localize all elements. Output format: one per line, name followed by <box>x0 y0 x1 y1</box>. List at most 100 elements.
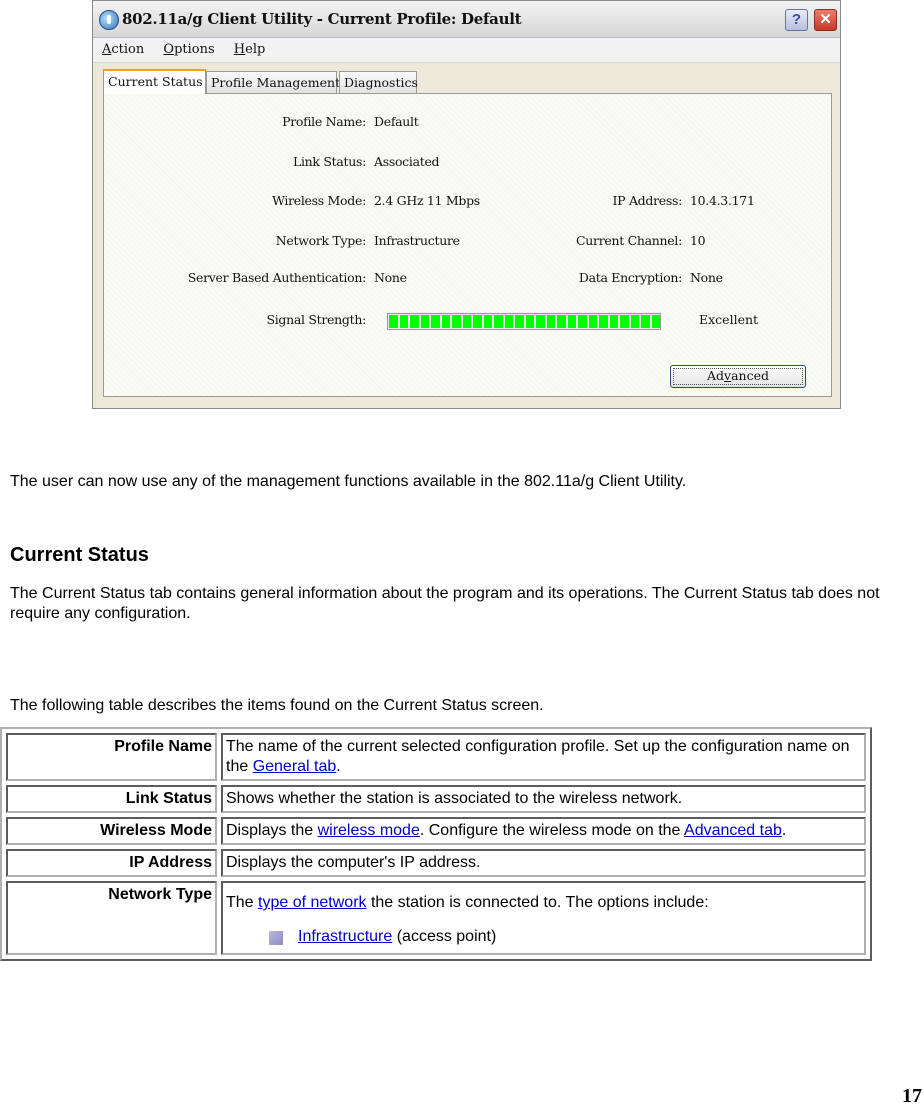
infrastructure-link[interactable]: Infrastructure <box>298 928 392 945</box>
signal-block <box>588 315 597 328</box>
signal-block <box>536 315 545 328</box>
menu-mnemonic: A <box>102 42 112 57</box>
field-label: Link Status: <box>292 154 366 169</box>
description-paragraph: The Current Status tab contains general … <box>10 585 880 622</box>
definition-cell: The name of the current selected configu… <box>221 733 866 781</box>
term-cell: Wireless Mode <box>6 817 217 845</box>
signal-block <box>420 315 429 328</box>
term-cell: IP Address <box>6 849 217 877</box>
field-value: 10.4.3.171 <box>690 193 755 208</box>
term-cell: Network Type <box>6 881 217 955</box>
field-label: Signal Strength: <box>266 312 366 327</box>
advanced-button[interactable]: Advanced <box>670 365 806 388</box>
definition-cell: Displays the wireless mode. Configure th… <box>221 817 866 845</box>
tab-diagnostics[interactable]: Diagnostics <box>339 71 418 93</box>
app-icon <box>99 10 119 30</box>
menu-help[interactable]: Help <box>225 38 272 57</box>
profile-name-field: Profile Name: Default <box>104 114 419 129</box>
menu-action[interactable]: Action <box>93 38 150 57</box>
menu-bar: Action Options Help <box>93 38 840 63</box>
signal-block <box>651 315 660 328</box>
signal-block <box>389 315 398 328</box>
signal-block <box>410 315 419 328</box>
client-utility-window: 802.11a/g Client Utility - Current Profi… <box>92 0 841 409</box>
menu-label: ction <box>111 42 145 57</box>
button-label: anced <box>731 368 769 383</box>
definition-text: . Configure the wireless mode on the <box>419 822 685 839</box>
definition-text: Displays the <box>226 822 318 839</box>
definition-text: The <box>226 894 259 911</box>
menu-label: ptions <box>174 42 215 57</box>
data-encryption-field: Data Encryption: None <box>104 270 723 285</box>
signal-block <box>609 315 618 328</box>
definition-cell: Shows whether the station is associated … <box>221 785 866 813</box>
signal-block <box>399 315 408 328</box>
signal-block <box>431 315 440 328</box>
signal-strength-text: Excellent <box>699 312 759 327</box>
bullet-icon <box>269 931 283 945</box>
signal-block <box>494 315 503 328</box>
type-of-network-link[interactable]: type of network <box>258 894 367 911</box>
signal-block <box>473 315 482 328</box>
signal-block <box>483 315 492 328</box>
signal-block <box>630 315 639 328</box>
field-label: Current Channel: <box>576 233 682 248</box>
field-label: Data Encryption: <box>578 270 682 285</box>
signal-block <box>504 315 513 328</box>
tab-current-status[interactable]: Current Status <box>103 69 206 94</box>
tab-profile-management[interactable]: Profile Management <box>206 71 340 93</box>
description-table: Profile Name The name of the current sel… <box>0 727 872 961</box>
button-label: Ad <box>707 368 725 383</box>
table-row: IP Address Displays the computer's IP ad… <box>6 849 866 877</box>
field-label: Profile Name: <box>282 114 366 129</box>
title-bar: 802.11a/g Client Utility - Current Profi… <box>93 1 840 38</box>
signal-block <box>525 315 534 328</box>
ip-address-field: IP Address: 10.4.3.171 <box>104 193 755 208</box>
option-list-item: Infrastructure (access point) <box>226 927 861 947</box>
field-value: Associated <box>374 154 440 169</box>
field-label: IP Address: <box>612 193 683 208</box>
field-value: Default <box>374 114 419 129</box>
signal-block <box>641 315 650 328</box>
advanced-tab-link[interactable]: Advanced tab <box>684 822 782 839</box>
intro-paragraph: The user can now use any of the manageme… <box>10 473 687 490</box>
signal-block <box>515 315 524 328</box>
signal-block <box>441 315 450 328</box>
section-heading: Current Status <box>10 544 149 566</box>
signal-block <box>599 315 608 328</box>
wireless-mode-link[interactable]: wireless mode <box>318 822 420 839</box>
signal-block <box>567 315 576 328</box>
menu-options[interactable]: Options <box>154 38 220 57</box>
definition-cell: The type of network the station is conne… <box>221 881 866 955</box>
table-row: Wireless Mode Displays the wireless mode… <box>6 817 866 845</box>
table-row: Link Status Shows whether the station is… <box>6 785 866 813</box>
general-tab-link[interactable]: General tab <box>253 758 337 775</box>
help-button[interactable]: ? <box>785 9 808 31</box>
field-value: None <box>690 270 723 285</box>
menu-label: elp <box>245 42 266 57</box>
signal-block <box>578 315 587 328</box>
current-channel-field: Current Channel: 10 <box>104 233 706 248</box>
signal-strength-field: Signal Strength: <box>104 312 366 327</box>
close-button[interactable]: ✕ <box>814 9 837 31</box>
table-intro-paragraph: The following table describes the items … <box>10 697 544 714</box>
field-value: 10 <box>690 233 706 248</box>
menu-mnemonic: O <box>163 42 175 57</box>
definition-text: . <box>781 822 787 839</box>
option-text: (access point) <box>392 928 497 945</box>
definition-text: the station is connected to. The options… <box>366 894 709 911</box>
signal-strength-bar <box>387 313 661 330</box>
link-status-field: Link Status: Associated <box>104 154 440 169</box>
term-cell: Link Status <box>6 785 217 813</box>
menu-mnemonic: H <box>233 42 246 57</box>
signal-block <box>452 315 461 328</box>
signal-block <box>557 315 566 328</box>
table-row: Network Type The type of network the sta… <box>6 881 866 955</box>
signal-block <box>620 315 629 328</box>
signal-block <box>462 315 471 328</box>
definition-cell: Displays the computer's IP address. <box>221 849 866 877</box>
current-status-panel: Profile Name: Default Link Status: Associa… <box>103 93 832 397</box>
definition-text: . <box>336 758 341 775</box>
window-title: 802.11a/g Client Utility - Current Profi… <box>122 10 522 28</box>
term-cell: Profile Name <box>6 733 217 781</box>
